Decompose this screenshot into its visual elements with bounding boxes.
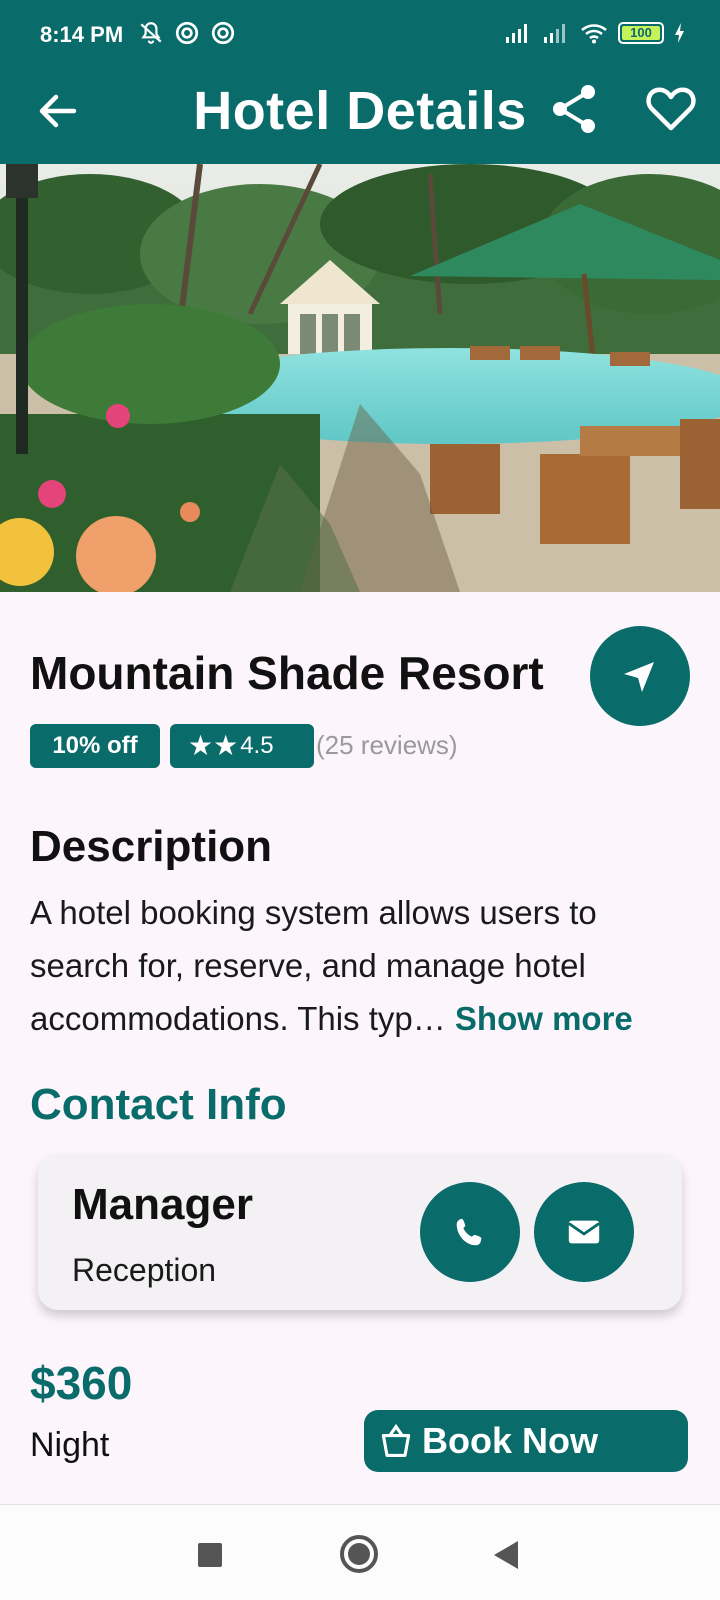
dnd-icon — [175, 21, 199, 45]
status-time: 8:14 PM — [40, 22, 124, 47]
wifi-icon — [581, 24, 607, 44]
description-text: A hotel booking system allows users to s… — [30, 886, 700, 1045]
favorite-button[interactable] — [644, 82, 698, 136]
call-button[interactable] — [420, 1182, 520, 1282]
share-button[interactable] — [548, 82, 602, 136]
dnd-icon — [211, 21, 235, 45]
price: $360 — [30, 1357, 133, 1409]
status-bar: 8:14 PM 100 — [0, 0, 720, 68]
book-now-label: Book Now — [422, 1420, 598, 1461]
charging-icon — [675, 23, 684, 43]
system-nav-bar — [0, 1504, 720, 1600]
signal-icon — [506, 24, 527, 43]
navigate-button[interactable] — [590, 626, 690, 726]
mail-icon — [567, 1220, 601, 1244]
recents-button[interactable] — [198, 1543, 222, 1567]
contact-name: Manager — [72, 1180, 253, 1229]
book-now-button[interactable]: Book Now — [364, 1410, 688, 1472]
heart-outline-icon — [646, 87, 696, 131]
rating-badge: ★★ 4.5 — [170, 724, 314, 768]
review-count[interactable]: (25 reviews) — [316, 730, 458, 761]
phone-icon — [456, 1218, 482, 1246]
app-bar: Hotel Details — [0, 68, 720, 164]
rating-value: 4.5 — [240, 732, 274, 759]
price-unit: Night — [30, 1426, 110, 1464]
home-button[interactable] — [340, 1535, 378, 1573]
bag-icon — [381, 1423, 411, 1457]
navigation-arrow-icon — [624, 662, 654, 692]
battery-level: 100 — [622, 26, 660, 40]
page-title: Hotel Details — [193, 81, 527, 141]
hotel-name: Mountain Shade Resort — [30, 647, 544, 699]
contact-role: Reception — [72, 1252, 217, 1288]
system-back-button[interactable] — [494, 1541, 518, 1569]
mute-bell-icon — [140, 22, 162, 44]
show-more-link[interactable]: Show more — [455, 1000, 633, 1037]
hotel-photo — [0, 164, 720, 592]
mail-button[interactable] — [534, 1182, 634, 1282]
description-heading: Description — [30, 822, 273, 871]
discount-badge: 10% off — [30, 724, 160, 768]
signal-icon — [544, 24, 565, 43]
home-icon — [348, 1543, 370, 1565]
star-icon: ★★ — [188, 730, 239, 761]
share-icon — [553, 85, 595, 133]
contact-card: Manager Reception — [38, 1154, 682, 1310]
contact-heading: Contact Info — [30, 1080, 287, 1129]
battery-icon: 100 — [618, 22, 664, 44]
